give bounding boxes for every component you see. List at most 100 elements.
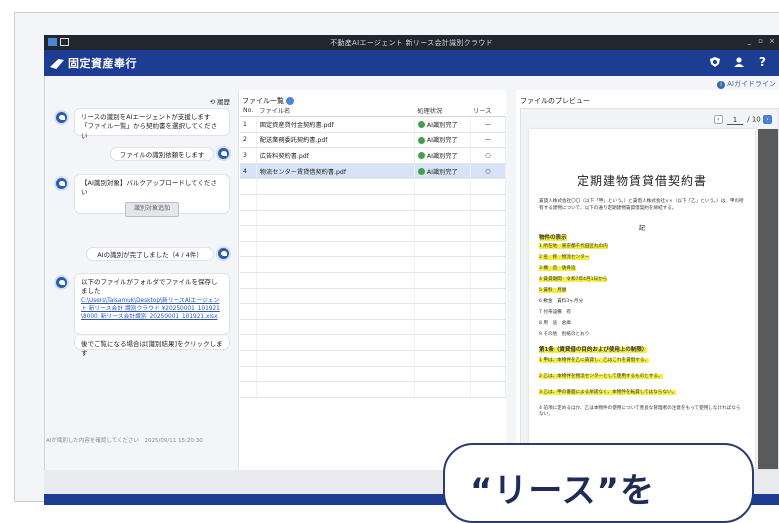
check-icon bbox=[417, 152, 425, 160]
next-page-button[interactable]: › bbox=[763, 115, 772, 124]
property-item: 4 賃貸期間 令和7年4月1日から bbox=[539, 276, 608, 282]
status-text: AI識別完了 bbox=[426, 168, 458, 176]
empty-row bbox=[240, 210, 507, 227]
article-item-text: 3 乙は、甲の書面による承諾なく、本物件を転貸してはならない。 bbox=[539, 390, 677, 395]
title-bar: 不動産AIエージェント 新リース会計識別クラウド _ ▫ × bbox=[44, 35, 779, 50]
article-heading-text: 第1条（賃貸借の目的および使用上の制限） bbox=[539, 347, 648, 353]
chat-panel: ⟲ 履歴 リースの識別をAIエージェントが支援します 「ファイル一覧」から契約書… bbox=[44, 90, 234, 470]
table-header-row: No. ファイル名 処理状況 リース bbox=[240, 105, 506, 117]
chat-message-ai: 以下のファイルがフォルダでファイルを保存しました C:\Users\Taisam… bbox=[74, 273, 230, 335]
file-list-panel: ファイル一覧 No. ファイル名 処理状況 リース 1 固定資産貸付金契約書.pd… bbox=[238, 90, 507, 470]
app-header: 固定資産奉行 ? bbox=[44, 50, 779, 76]
preview-scrollbar[interactable] bbox=[758, 129, 778, 469]
table-row[interactable]: 4 物流センター賃貸借契約書.pdf AI識別完了 ○ bbox=[240, 163, 507, 180]
table-row[interactable]: 3 広告料契約書.pdf AI識別完了 ○ bbox=[240, 147, 507, 164]
property-item-text: 7 付帯設備 有 bbox=[539, 310, 571, 315]
cell-file-name: 物流センター賃貸借契約書.pdf bbox=[256, 163, 415, 180]
cell-lease: ○ bbox=[470, 163, 507, 180]
ai-guideline-link[interactable]: i AIガイドライン bbox=[717, 79, 776, 89]
cell-status: AI識別完了 bbox=[414, 163, 471, 180]
empty-row bbox=[240, 288, 507, 305]
empty-row bbox=[240, 241, 507, 258]
document-page: 定期建物賃貸借契約書 賃貸人株式会社〇〇（以下「甲」という。）と賃借人株式会社×… bbox=[529, 129, 755, 471]
property-item: 2 名 称 物流センター bbox=[539, 254, 590, 260]
chat-message-user: ファイルの識別依頼をします bbox=[110, 147, 214, 161]
property-item: 7 付帯設備 有 bbox=[539, 309, 571, 315]
page-total: / 10 bbox=[747, 115, 761, 124]
add-target-button[interactable]: 識別対象追加 bbox=[124, 201, 179, 217]
empty-row bbox=[240, 334, 507, 351]
table-row[interactable]: 1 固定資産貸付金契約書.pdf AI識別完了 — bbox=[240, 116, 507, 133]
cell-status: AI識別完了 bbox=[414, 132, 471, 149]
close-button[interactable]: × bbox=[769, 37, 775, 45]
document-title: 定期建物賃貸借契約書 bbox=[576, 174, 707, 188]
cell-no: 1 bbox=[240, 116, 257, 133]
cell-lease: — bbox=[470, 116, 507, 133]
page-number-input[interactable]: 1 bbox=[727, 116, 744, 125]
empty-row bbox=[240, 350, 507, 367]
preview-viewer: ‹ 1 / 10 › 定期建物賃貸借契約書 賃貸人株式会社〇〇（以下「甲」という… bbox=[520, 108, 779, 471]
property-item: 5 賃料 月額 bbox=[539, 287, 567, 293]
empty-row bbox=[240, 178, 507, 195]
check-icon bbox=[417, 121, 425, 129]
property-item-text: 3 構 造 鉄骨造 bbox=[539, 266, 576, 271]
maximize-button[interactable]: ▫ bbox=[758, 37, 763, 45]
chat-message-text: 【AI識別対象】バルクアップロードしてください bbox=[81, 179, 217, 197]
property-item: 1 所在地 東京都千代田区丸の内 bbox=[539, 243, 608, 249]
article-item: 3 乙は、甲の書面による承諾なく、本物件を転貸してはならない。 bbox=[539, 389, 743, 395]
help-badge-icon[interactable] bbox=[708, 56, 721, 69]
cell-no: 2 bbox=[240, 132, 257, 149]
empty-row bbox=[240, 225, 507, 242]
article-heading: 第1条（賃貸借の目的および使用上の制限） bbox=[539, 345, 648, 353]
user-avatar bbox=[216, 246, 231, 261]
ai-avatar bbox=[54, 275, 69, 290]
empty-row bbox=[240, 303, 507, 320]
article-item-text: 2 乙は、本物件を物流センターとして使用するものとする。 bbox=[539, 374, 663, 379]
cell-no: 4 bbox=[240, 163, 257, 180]
col-lease: リース bbox=[470, 105, 506, 117]
table-row[interactable]: 2 配送業務委託契約書.pdf AI識別完了 — bbox=[240, 132, 507, 149]
property-item-text: 4 賃貸期間 令和7年4月1日から bbox=[539, 277, 608, 282]
result-file-link[interactable]: C:\Users\Taisamuk\Desktop\新リースAIエージェント 新… bbox=[81, 297, 223, 321]
check-icon bbox=[417, 168, 425, 176]
info-icon[interactable] bbox=[286, 97, 294, 105]
property-item: 8 用 途 倉庫 bbox=[539, 320, 571, 326]
property-item-text: 5 賃料 月額 bbox=[539, 288, 567, 293]
cell-lease: — bbox=[470, 132, 507, 149]
logo-mark-icon bbox=[50, 59, 64, 69]
ai-guideline-label: AIガイドライン bbox=[727, 80, 776, 88]
empty-row bbox=[240, 319, 507, 336]
user-icon[interactable] bbox=[732, 56, 745, 69]
chat-message-ai: リースの識別をAIエージェントが支援します 「ファイル一覧」から契約書を選択して… bbox=[74, 108, 230, 140]
cell-file-name: 配送業務委託契約書.pdf bbox=[256, 132, 415, 149]
user-avatar bbox=[216, 146, 231, 161]
property-item-text: 6 敷金 賃料3ヶ月分 bbox=[539, 299, 584, 304]
prev-page-button[interactable]: ‹ bbox=[713, 115, 723, 124]
property-item-text: 9 その他 別紙のとおり bbox=[539, 332, 590, 337]
property-item-text: 1 所在地 東京都千代田区丸の内 bbox=[539, 244, 608, 249]
article-item: 4 前項に定めるほか、乙は本物件の使用について善良な管理者の注意をもって使用しな… bbox=[539, 405, 743, 417]
cell-lease: ○ bbox=[470, 147, 507, 164]
check-icon bbox=[417, 136, 425, 144]
document-mark: 記 bbox=[638, 225, 645, 232]
col-no: No. bbox=[240, 105, 257, 117]
file-table-body: 1 固定資産貸付金契約書.pdf AI識別完了 — 2 配送業務委託契約書.pdf AI識別… bbox=[240, 116, 507, 398]
chat-message-text: 以下のファイルがフォルダでファイルを保存しました bbox=[81, 278, 218, 296]
property-item: 3 構 造 鉄骨造 bbox=[539, 265, 576, 271]
file-list-title-text: ファイル一覧 bbox=[242, 97, 284, 105]
question-icon[interactable]: ? bbox=[756, 56, 769, 69]
article-item: 2 乙は、本物件を物流センターとして使用するものとする。 bbox=[539, 373, 743, 379]
app-window: 不動産AIエージェント 新リース会計識別クラウド _ ▫ × 固定資産奉行 ? … bbox=[0, 0, 779, 523]
logo-text: 固定資産奉行 bbox=[68, 57, 137, 70]
minimize-button[interactable]: _ bbox=[748, 37, 752, 45]
file-table: No. ファイル名 処理状況 リース 1 固定資産貸付金契約書.pdf AI識別完了… bbox=[240, 105, 507, 398]
col-status: 処理状況 bbox=[414, 105, 471, 117]
article-item-text: 4 前項に定めるほか、乙は本物件の使用について善良な管理者の注意をもって使用しな… bbox=[539, 406, 741, 417]
status-text: AI識別完了 bbox=[426, 152, 458, 160]
history-button[interactable]: ⟲ 履歴 bbox=[209, 96, 230, 106]
info-icon: i bbox=[717, 81, 726, 89]
preview-panel: ファイルのプレビュー ‹ 1 / 10 › 定期建物賃貸借契約書 賃貸人株式会社… bbox=[516, 90, 779, 471]
empty-row bbox=[240, 272, 507, 289]
window-title: 不動産AIエージェント 新リース会計識別クラウド bbox=[330, 39, 493, 47]
empty-row bbox=[240, 194, 507, 211]
